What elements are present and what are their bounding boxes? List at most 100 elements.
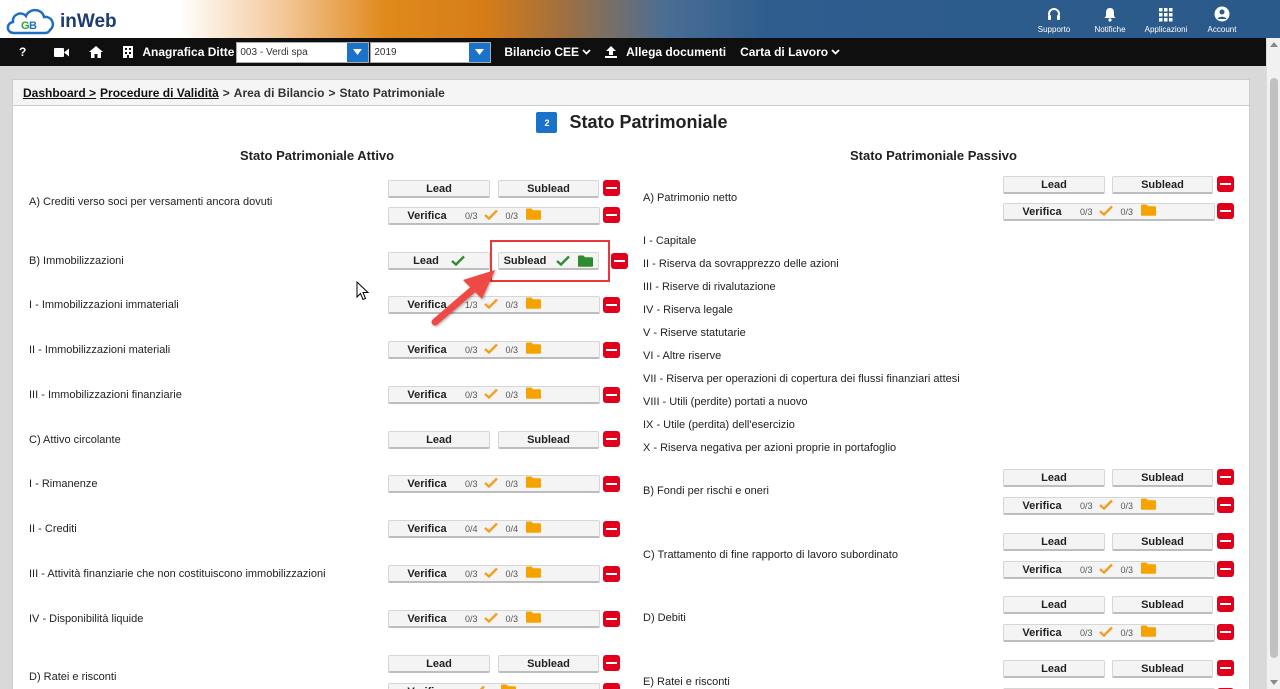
help-button[interactable]: ?	[12, 38, 33, 66]
check-count: 0/3	[1080, 500, 1093, 511]
check-icon-wrap	[483, 209, 498, 223]
remove-button[interactable]	[603, 521, 620, 537]
ditta-dropdown-arrow-icon[interactable]	[347, 42, 369, 62]
verifica-button[interactable]: Verifica 0/3 0/3	[1003, 497, 1215, 515]
attivo-heading: Stato Patrimoniale Attivo	[240, 148, 395, 163]
remove-button[interactable]	[603, 566, 620, 582]
allega-button[interactable]: Allega documenti	[598, 38, 733, 66]
sublead-button[interactable]: Sublead	[1112, 176, 1213, 194]
ditta-select[interactable]: 003 - Verdi spa	[236, 41, 370, 63]
check-icon	[483, 612, 498, 623]
verifica-button[interactable]: Verifica 0/3 0/3	[388, 475, 600, 493]
lead-button[interactable]: Lead	[1003, 533, 1105, 551]
support-button[interactable]: Supporto	[1026, 0, 1082, 38]
remove-button[interactable]	[603, 611, 620, 627]
remove-button[interactable]	[611, 253, 628, 269]
remove-button[interactable]	[1217, 497, 1234, 513]
mouse-cursor-icon	[356, 281, 369, 301]
folder-icon	[1141, 204, 1157, 216]
year-select[interactable]: 2019	[370, 41, 492, 63]
remove-button[interactable]	[603, 431, 620, 447]
check-count: 0/3	[1080, 564, 1093, 575]
remove-button[interactable]	[1217, 469, 1234, 485]
sublead-button[interactable]: Sublead	[1112, 596, 1213, 614]
home-icon	[89, 46, 104, 58]
remove-button[interactable]	[603, 683, 620, 689]
headset-icon	[1048, 8, 1060, 20]
verifica-button[interactable]: Verifica 0/3 0/3	[1003, 203, 1215, 221]
lead-button[interactable]: Lead	[1003, 596, 1105, 614]
verifica-button[interactable]: Verifica	[388, 683, 600, 689]
ditta-value: 003 - Verdi spa	[240, 46, 308, 58]
sublead-button[interactable]: Sublead	[1112, 660, 1213, 678]
check-count: 0/3	[465, 389, 478, 400]
year-dropdown-arrow-icon[interactable]	[469, 42, 491, 62]
lead-button[interactable]: Lead	[1003, 660, 1105, 678]
folder-icon	[526, 297, 542, 309]
remove-button[interactable]	[1217, 624, 1234, 640]
remove-button[interactable]	[603, 180, 620, 196]
folder-icon	[501, 684, 516, 689]
notifications-button[interactable]: Notifiche	[1082, 0, 1138, 38]
remove-button[interactable]	[603, 476, 620, 492]
remove-button[interactable]	[1217, 533, 1234, 549]
sublead-button[interactable]: Sublead	[498, 431, 599, 449]
verifica-button[interactable]: Verifica 0/4 0/4	[388, 520, 600, 538]
check-count: 0/3	[465, 613, 478, 624]
remove-button[interactable]	[603, 387, 620, 403]
verifica-label: Verifica	[1022, 205, 1062, 218]
scroll-up-arrow-icon[interactable]	[1270, 42, 1278, 47]
remove-button[interactable]	[603, 207, 620, 223]
remove-button[interactable]	[1217, 596, 1234, 612]
check-count: 0/3	[465, 478, 478, 489]
annotation-arrow-icon	[431, 270, 495, 326]
account-button[interactable]: Account	[1194, 0, 1250, 38]
apps-button[interactable]: Applicazioni	[1138, 0, 1194, 38]
breadcrumb-dashboard[interactable]: Dashboard >	[23, 86, 96, 100]
verifica-button[interactable]: Verifica 0/3 0/3	[388, 610, 600, 628]
lead-button[interactable]: Lead	[1003, 469, 1105, 487]
verifica-button[interactable]: Verifica 0/3 0/3	[388, 565, 600, 583]
verifica-button[interactable]: Verifica 0/3 0/3	[388, 341, 600, 359]
carta-label: Carta di Lavoro	[740, 45, 829, 59]
remove-button[interactable]	[603, 297, 620, 313]
remove-button[interactable]	[1217, 660, 1234, 676]
check-count: 0/3	[465, 344, 478, 355]
sublead-button[interactable]: Sublead	[498, 180, 599, 198]
sublead-button[interactable]: Sublead	[1112, 469, 1213, 487]
folder-icon	[526, 521, 542, 533]
folder-icon	[1141, 562, 1157, 574]
video-button[interactable]	[47, 38, 76, 66]
remove-button[interactable]	[1217, 176, 1234, 192]
breadcrumb-procedure[interactable]: Procedure di Validità	[100, 86, 219, 100]
bilancio-menu[interactable]: Bilancio CEE	[497, 38, 598, 66]
document-count: 0/3	[1120, 564, 1134, 575]
row-label: IX - Utile (perdita) dell'esercizio	[643, 419, 795, 431]
vertical-scrollbar[interactable]	[1266, 38, 1280, 689]
anagrafica-menu[interactable]: Anagrafica Ditte	[116, 38, 236, 66]
verifica-button[interactable]: Verifica 0/3 0/3	[1003, 624, 1215, 642]
remove-button[interactable]	[603, 342, 620, 358]
remove-button[interactable]	[1217, 203, 1234, 219]
remove-button[interactable]	[603, 655, 620, 671]
scrollbar-thumb[interactable]	[1270, 78, 1278, 658]
row-label: C) Attivo circolante	[29, 434, 121, 446]
lead-button[interactable]: Lead	[388, 180, 490, 198]
folder-icon	[526, 342, 542, 354]
row-label: II - Immobilizzazioni materiali	[29, 344, 171, 356]
sublead-button[interactable]: Sublead	[1112, 533, 1213, 551]
verifica-button[interactable]: Verifica 0/3 0/3	[388, 207, 600, 225]
home-button[interactable]	[82, 38, 110, 66]
building-icon	[123, 46, 134, 58]
scroll-down-arrow-icon[interactable]	[1270, 680, 1278, 685]
lead-button[interactable]: Lead	[388, 431, 490, 449]
verifica-button[interactable]: Verifica 0/3 0/3	[1003, 561, 1215, 579]
sublead-button[interactable]: Sublead	[498, 655, 599, 673]
logo[interactable]: G B inWeb	[4, 3, 124, 37]
folder-icon-wrap	[1141, 204, 1157, 219]
remove-button[interactable]	[1217, 561, 1234, 577]
carta-menu[interactable]: Carta di Lavoro	[733, 38, 847, 66]
lead-button[interactable]: Lead	[388, 655, 490, 673]
lead-button[interactable]: Lead	[1003, 176, 1105, 194]
verifica-button[interactable]: Verifica 0/3 0/3	[388, 386, 600, 404]
